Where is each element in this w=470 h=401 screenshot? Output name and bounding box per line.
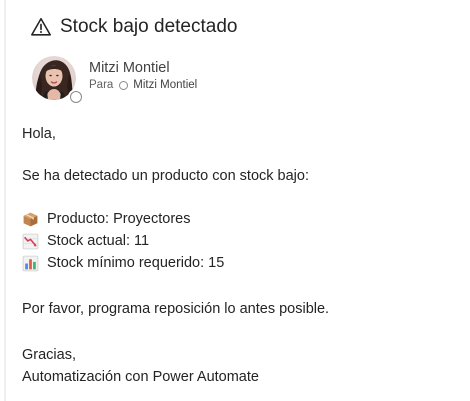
to-label: Para [89,79,114,91]
email-subject: Stock bajo detectado [60,16,238,37]
greeting-text: Hola, [22,126,56,142]
stock-actual-text: Stock actual: 11 [47,233,150,249]
sender-row: Mitzi Montiel Para Mitzi Montiel [32,56,197,103]
request-text: Por favor, programa reposición lo antes … [22,301,330,317]
intro-text: Se ha detectado un producto con stock ba… [22,168,309,184]
sender-meta: Mitzi Montiel Para Mitzi Montiel [89,60,197,91]
pane-divider [4,0,6,401]
package-icon [23,212,38,226]
bar-chart-icon [22,255,39,271]
email-reading-pane: Stock bajo detectado Mitzi Montiel Para … [0,0,470,401]
sender-avatar[interactable] [32,56,76,100]
recipient-name[interactable]: Mitzi Montiel [133,79,197,91]
stock-actual-line: Stock actual: 11 [22,230,329,252]
presence-status-icon [70,91,82,103]
email-body: Hola, Se ha detectado un producto con st… [22,123,329,388]
avatar-container[interactable] [32,56,82,103]
signature-text: Automatización con Power Automate [22,369,259,385]
warning-icon [31,17,51,36]
stock-min-text: Stock mínimo requerido: 15 [47,255,225,271]
product-line: Producto: Proyectores [22,208,329,230]
closing-text: Gracias, [22,347,76,363]
stock-min-line: Stock mínimo requerido: 15 [22,252,329,274]
product-text: Producto: Proyectores [47,211,191,227]
email-header: Stock bajo detectado [30,16,237,38]
recipient-status-icon [119,80,129,90]
sender-name[interactable]: Mitzi Montiel [89,60,197,76]
recipients-line: Para Mitzi Montiel [89,79,197,91]
chart-decreasing-icon [22,233,39,249]
